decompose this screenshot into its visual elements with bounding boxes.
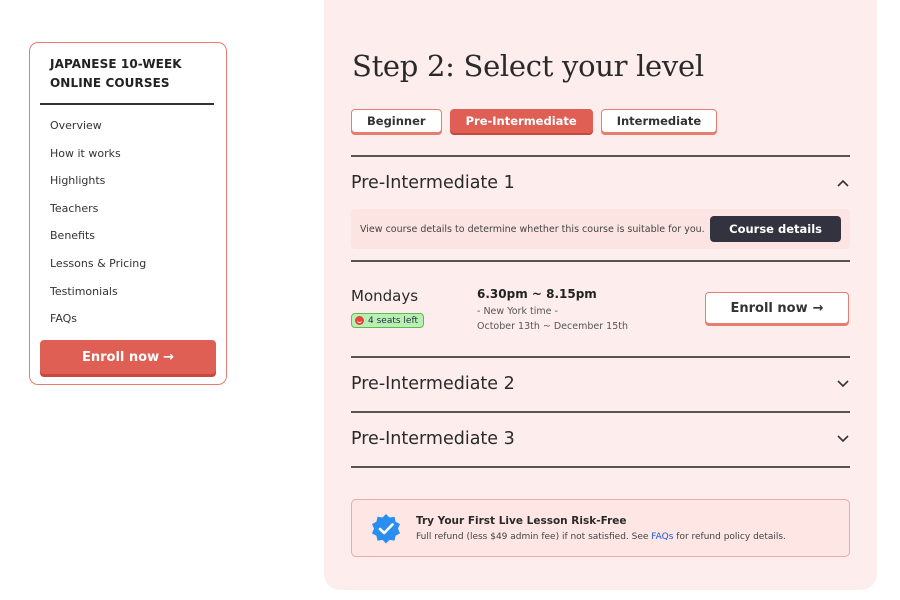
course-details-button[interactable]: Course details <box>710 216 841 242</box>
divider <box>351 356 850 358</box>
notice-title: Try Your First Live Lesson Risk-Free <box>416 515 627 527</box>
session-dates: October 13th ~ December 15th <box>477 321 628 332</box>
sidebar-enroll-label: Enroll now <box>81 349 160 365</box>
sidebar-item-how-it-works[interactable]: How it works <box>40 140 216 168</box>
divider <box>351 260 850 262</box>
seats-left-text: 4 seats left <box>368 315 418 326</box>
sidebar-item-faqs[interactable]: FAQs <box>40 305 216 333</box>
course-details-bar: View course details to determine whether… <box>351 209 850 249</box>
sidebar-item-teachers[interactable]: Teachers <box>40 195 216 223</box>
level-selection-panel: Step 2: Select your level Beginner Pre-I… <box>324 0 877 590</box>
tab-pre-intermediate[interactable]: Pre-Intermediate <box>449 109 593 133</box>
session-day: Mondays <box>351 287 419 305</box>
sidebar-item-benefits[interactable]: Benefits <box>40 222 216 250</box>
session-time: 6.30pm ~ 8.15pm <box>477 287 597 301</box>
course-title: Pre-Intermediate 1 <box>351 173 515 193</box>
page-title: Step 2: Select your level <box>352 49 704 83</box>
course-details-text: View course details to determine whether… <box>360 223 705 235</box>
notice-text-after: for refund policy details. <box>673 532 786 542</box>
sidebar-item-overview[interactable]: Overview <box>40 112 216 140</box>
notice-text: Full refund (less $49 admin fee) if not … <box>416 532 786 542</box>
accordion-header-pre-intermediate-1[interactable]: Pre-Intermediate 1 <box>351 168 850 198</box>
arrow-right-icon: → <box>812 300 824 316</box>
seats-left-badge: 4 seats left <box>351 313 424 328</box>
smile-icon <box>355 316 364 325</box>
session-enroll-label: Enroll now <box>730 300 808 316</box>
divider <box>351 411 850 413</box>
accordion-header-pre-intermediate-2[interactable]: Pre-Intermediate 2 <box>351 369 850 399</box>
sidebar-item-highlights[interactable]: Highlights <box>40 167 216 195</box>
tab-beginner[interactable]: Beginner <box>351 109 442 133</box>
chevron-down-icon[interactable] <box>836 377 850 391</box>
sidebar-nav: Overview How it works Highlights Teacher… <box>40 105 216 333</box>
session-enroll-button[interactable]: Enroll now → <box>705 292 849 324</box>
sidebar-enroll-button[interactable]: Enroll now → <box>40 340 216 374</box>
course-title: Pre-Intermediate 2 <box>351 374 515 394</box>
course-sidebar: JAPANESE 10-WEEK ONLINE COURSES Overview… <box>29 42 227 385</box>
sidebar-item-lessons-pricing[interactable]: Lessons & Pricing <box>40 250 216 278</box>
accordion-header-pre-intermediate-3[interactable]: Pre-Intermediate 3 <box>351 424 850 454</box>
chevron-down-icon[interactable] <box>836 432 850 446</box>
course-title: Pre-Intermediate 3 <box>351 429 515 449</box>
divider <box>351 466 850 468</box>
level-tabs: Beginner Pre-Intermediate Intermediate <box>351 109 718 133</box>
notice-text-before: Full refund (less $49 admin fee) if not … <box>416 532 652 542</box>
verified-badge-icon <box>370 513 402 545</box>
session-timezone: - New York time - <box>477 306 558 317</box>
tab-intermediate[interactable]: Intermediate <box>600 109 718 133</box>
sidebar-title: JAPANESE 10-WEEK ONLINE COURSES <box>50 57 182 90</box>
risk-free-notice: Try Your First Live Lesson Risk-Free Ful… <box>351 499 850 557</box>
sidebar-item-testimonials[interactable]: Testimonials <box>40 278 216 306</box>
arrow-right-icon: → <box>163 349 175 365</box>
faqs-link[interactable]: FAQs <box>651 532 673 542</box>
divider <box>351 155 850 157</box>
chevron-up-icon[interactable] <box>836 176 850 190</box>
